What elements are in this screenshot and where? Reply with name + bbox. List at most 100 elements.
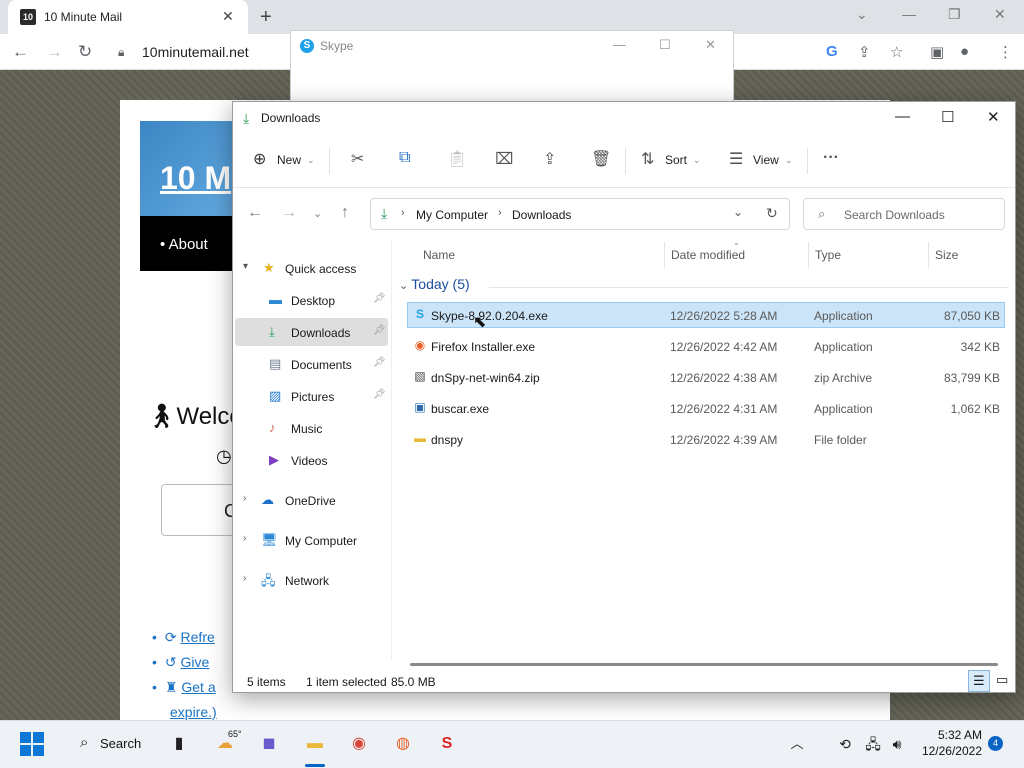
horizontal-scrollbar[interactable]	[410, 663, 998, 666]
cut-icon[interactable]: ✂	[351, 149, 364, 169]
nav-item-pictures[interactable]: ▨ Pictures 📌︎	[235, 382, 388, 410]
email-box[interactable]: C	[161, 484, 241, 536]
sort-button[interactable]: Sort	[665, 153, 687, 167]
skype-minimize-button[interactable]: —	[613, 37, 626, 52]
close-tab-icon[interactable]: ✕	[222, 8, 234, 25]
chrome-icon[interactable]: ◉	[346, 731, 372, 757]
address-box[interactable]: ⤓ › My Computer › Downloads ⌄ ↻	[370, 198, 790, 230]
breadcrumb-my-computer[interactable]: My Computer	[416, 208, 488, 222]
rename-icon[interactable]: ⌧	[495, 149, 513, 169]
nav-item-onedrive[interactable]: › ☁ OneDrive	[235, 486, 388, 514]
clock-time[interactable]: 5:32 AM	[920, 728, 982, 742]
nav-item-desktop[interactable]: ▬ Desktop 📌︎	[235, 286, 388, 314]
tab-search-icon[interactable]: ⌄	[856, 6, 868, 23]
recent-locations-icon[interactable]: ⌄	[313, 207, 322, 220]
tiles-view-button[interactable]: ▭	[993, 670, 1013, 692]
maximize-button[interactable]: ☐	[941, 108, 954, 126]
search-input[interactable]: Search Downloads	[844, 208, 945, 222]
delete-icon[interactable]: 🗑︎	[591, 149, 611, 169]
nav-quick-access[interactable]: ▾ ★ Quick access	[235, 254, 388, 282]
pane-divider[interactable]	[391, 240, 392, 660]
refresh-icon[interactable]: ↻	[766, 205, 778, 222]
skype-maximize-button[interactable]: ☐	[659, 37, 671, 53]
site-link-text[interactable]: Give	[181, 654, 210, 670]
side-panel-icon[interactable]: ▣	[930, 43, 944, 61]
google-lens-icon[interactable]: G	[826, 43, 838, 60]
nav-item-my-computer[interactable]: › 🖥︎ My Computer	[235, 526, 388, 554]
column-header-name[interactable]: Name	[423, 248, 455, 262]
taskbar-search[interactable]: Search	[100, 736, 141, 751]
clock-date[interactable]: 12/26/2022	[910, 744, 982, 758]
forward-arrow-icon[interactable]: →	[46, 42, 63, 62]
file-row[interactable]: ▧ dnSpy-net-win64.zip 12/26/2022 4:38 AM…	[407, 364, 1005, 390]
sync-icon[interactable]: ⟲	[832, 731, 858, 757]
site-logo[interactable]: 10 M	[160, 160, 231, 197]
nav-item-network[interactable]: › 🖧︎ Network	[235, 566, 388, 594]
show-hidden-icons[interactable]: ︿	[784, 731, 810, 757]
site-link-text[interactable]: Get a	[181, 679, 215, 695]
file-row[interactable]: ▬ dnspy 12/26/2022 4:39 AM File folder	[407, 426, 1005, 452]
search-box[interactable]: ⌕ Search Downloads	[803, 198, 1005, 230]
close-button[interactable]: ✕	[987, 108, 1000, 126]
chevron-right-icon[interactable]: ›	[243, 533, 246, 544]
profile-avatar-icon[interactable]: ●	[960, 43, 969, 60]
chevron-right-icon[interactable]: ›	[243, 493, 246, 504]
more-menu-icon[interactable]: ⋮	[998, 43, 1013, 61]
browser-tab[interactable]: 10 10 Minute Mail ✕	[8, 0, 248, 34]
file-row[interactable]: ◉ Firefox Installer.exe 12/26/2022 4:42 …	[407, 333, 1005, 359]
copy-icon[interactable]: ⧉	[399, 149, 410, 167]
bookmark-star-icon[interactable]: ☆	[890, 43, 903, 61]
new-plus-icon[interactable]: ⊕	[253, 149, 266, 169]
file-explorer-taskbar-icon[interactable]: ▬	[302, 731, 328, 757]
share-icon[interactable]: ⇪	[543, 149, 556, 169]
site-link-item[interactable]: • ♜ Get a	[152, 679, 216, 696]
nav-item-videos[interactable]: ▶ Videos	[235, 446, 388, 474]
notification-badge[interactable]: 4	[988, 736, 1003, 751]
column-divider[interactable]	[928, 242, 929, 268]
column-header-date[interactable]: Date modified	[671, 248, 745, 262]
skype-close-button[interactable]: ✕	[705, 37, 716, 53]
nav-item-documents[interactable]: ▤ Documents 📌︎	[235, 350, 388, 378]
forward-arrow-icon[interactable]: →	[281, 204, 297, 222]
network-tray-icon[interactable]: 🖧︎	[860, 731, 886, 757]
minimize-button[interactable]: —	[895, 108, 910, 125]
start-button[interactable]	[20, 732, 44, 756]
details-view-button[interactable]: ☰	[968, 670, 990, 692]
paste-icon[interactable]: 📋︎	[447, 149, 467, 169]
chat-icon[interactable]: ◼	[256, 731, 282, 757]
chevron-down-icon[interactable]: ▾	[243, 261, 248, 272]
task-view-icon[interactable]: ▮	[166, 731, 192, 757]
column-header-type[interactable]: Type	[815, 248, 841, 262]
site-nav-about[interactable]: • About	[160, 236, 208, 253]
new-button[interactable]: New	[277, 153, 301, 167]
nav-item-downloads[interactable]: ⤓ Downloads 📌︎	[235, 318, 388, 346]
site-link-item[interactable]: • ⟳ Refre	[152, 629, 215, 646]
browser-minimize-button[interactable]: —	[902, 6, 916, 22]
breadcrumb-downloads[interactable]: Downloads	[512, 208, 571, 222]
explorer-title-bar[interactable]: ⤓ Downloads — ☐ ✕	[233, 102, 1015, 134]
browser-close-button[interactable]: ✕	[994, 6, 1006, 23]
browser-restore-button[interactable]: ❐	[948, 6, 961, 23]
firefox-icon[interactable]: ◍	[390, 731, 416, 757]
site-expire-text[interactable]: expire.)	[170, 704, 217, 720]
skype-window[interactable]: S Skype — ☐ ✕	[290, 30, 734, 102]
site-link-text[interactable]: Refre	[181, 629, 215, 645]
reload-icon[interactable]: ↻	[78, 42, 92, 62]
file-row[interactable]: S Skype-8.92.0.204.exe 12/26/2022 5:28 A…	[407, 302, 1005, 328]
column-divider[interactable]	[808, 242, 809, 268]
view-icon[interactable]: ☰	[729, 149, 743, 169]
lock-icon[interactable]: 🔒︎	[118, 45, 124, 60]
more-options-icon[interactable]: ···	[823, 149, 839, 167]
chevron-right-icon[interactable]: ›	[243, 573, 246, 584]
address-history-icon[interactable]: ⌄	[733, 205, 743, 219]
file-row[interactable]: ▣ buscar.exe 12/26/2022 4:31 AM Applicat…	[407, 395, 1005, 421]
back-arrow-icon[interactable]: ←	[12, 42, 29, 62]
sort-icon[interactable]: ⇅	[641, 149, 654, 169]
site-link-item[interactable]: • ↺ Give	[152, 654, 209, 671]
nav-item-music[interactable]: ♪ Music	[235, 414, 388, 442]
new-tab-button[interactable]: +	[260, 6, 272, 29]
group-header[interactable]: ⌄ Today (5)	[399, 276, 470, 292]
column-divider[interactable]	[664, 242, 665, 268]
share-icon[interactable]: ⇪	[858, 43, 871, 61]
column-header-size[interactable]: Size	[935, 248, 958, 262]
